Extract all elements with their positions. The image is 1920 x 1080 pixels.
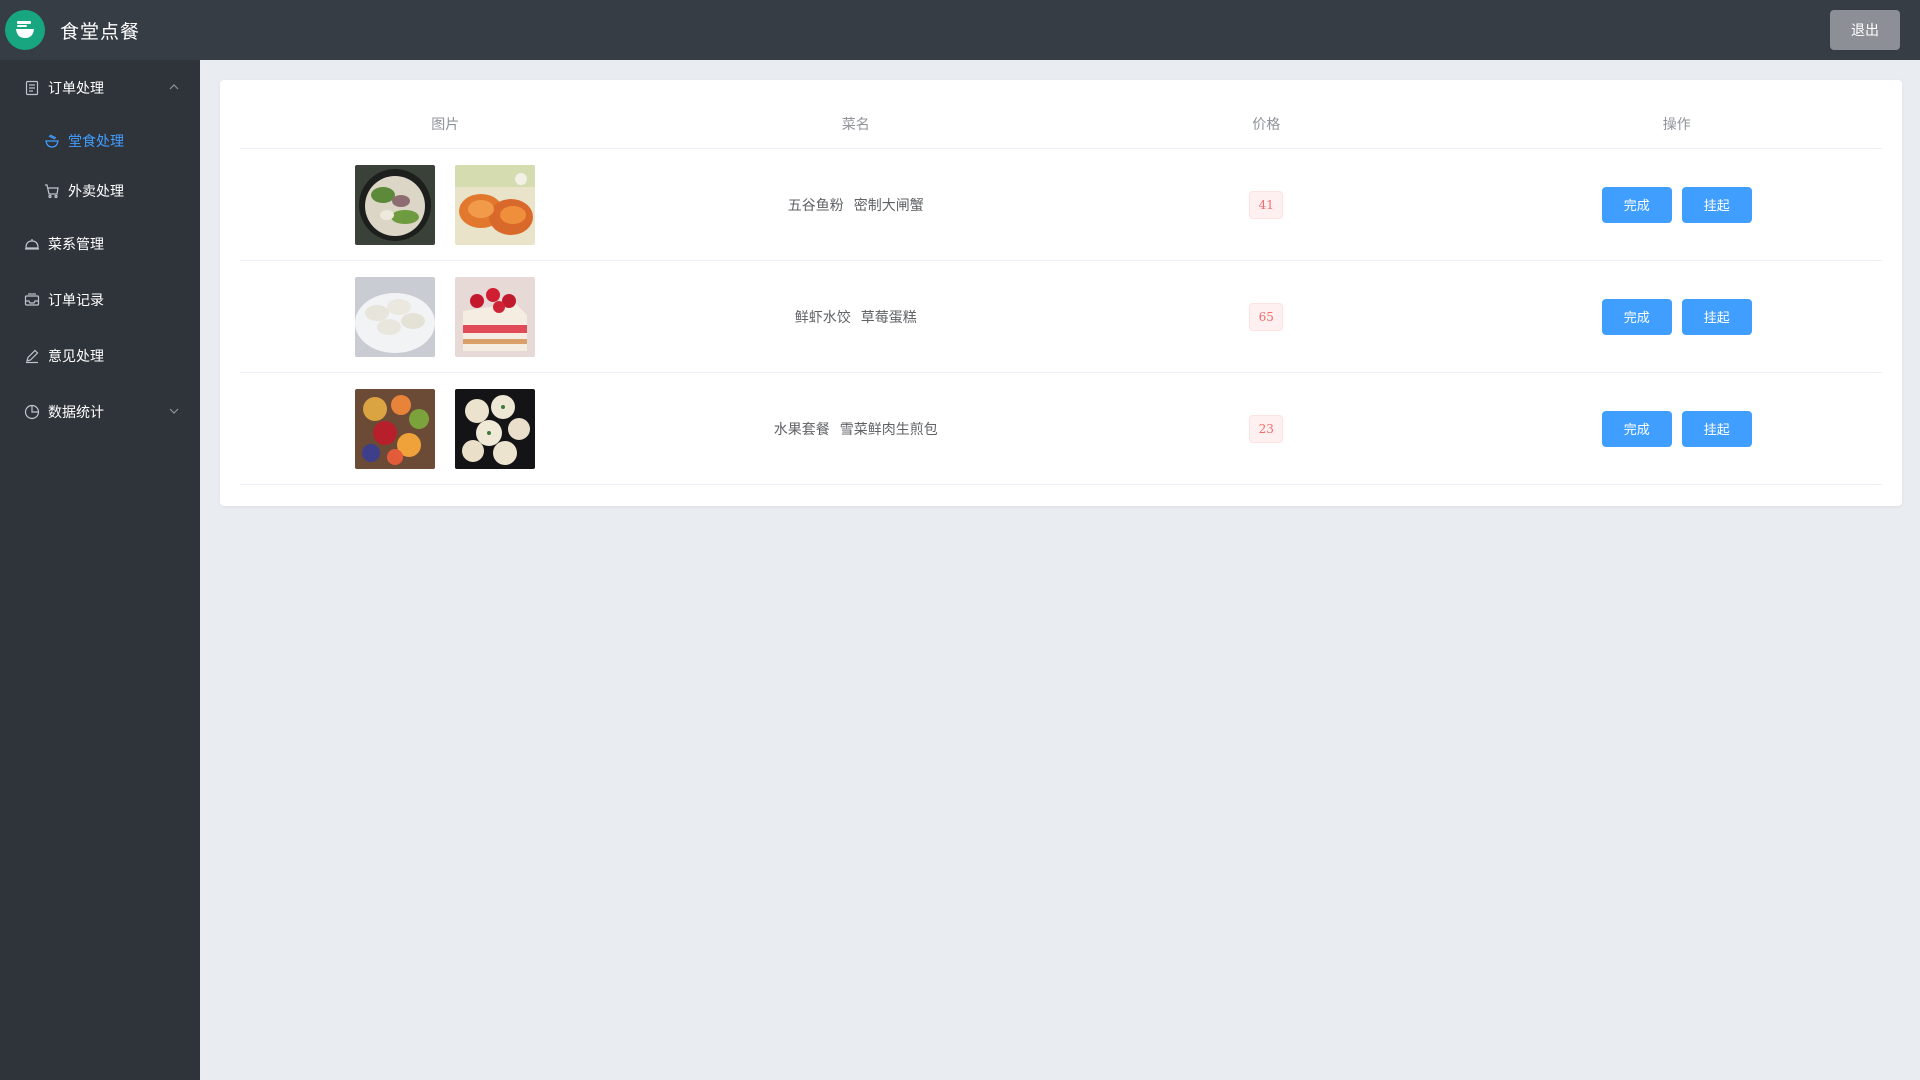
dish-name: 草莓蛋糕 xyxy=(860,309,917,326)
suspend-button[interactable]: 挂起 xyxy=(1681,298,1752,335)
dish-names-cell: 五谷鱼粉 密制大闸蟹 xyxy=(651,195,1062,215)
price-cell: 23 xyxy=(1061,414,1472,443)
inbox-icon xyxy=(24,292,40,308)
fish-noodle-photo xyxy=(355,164,436,245)
suspend-button[interactable]: 挂起 xyxy=(1681,410,1752,447)
dumpling-photo xyxy=(355,276,436,357)
suspend-button[interactable]: 挂起 xyxy=(1681,186,1752,223)
price-cell: 41 xyxy=(1061,190,1472,219)
strawberry-cake-photo xyxy=(455,276,536,357)
dish-name: 密制大闸蟹 xyxy=(853,197,924,214)
sidebar-item-order-records[interactable]: 订单记录 xyxy=(0,272,200,328)
bowl-icon xyxy=(44,133,60,149)
price-tag: 23 xyxy=(1249,414,1284,443)
top-header: 食堂点餐 退出 xyxy=(0,0,1920,60)
table-header: 图片 菜名 价格 操作 xyxy=(240,100,1882,149)
chevron-down-icon xyxy=(168,405,180,421)
document-icon xyxy=(24,80,40,96)
column-header-price: 价格 xyxy=(1252,117,1281,133)
sidebar-item-label: 菜系管理 xyxy=(48,237,104,253)
actions-cell: 完成 挂起 xyxy=(1472,186,1883,223)
price-tag: 41 xyxy=(1249,190,1284,219)
sidebar-item-feedback[interactable]: 意见处理 xyxy=(0,328,200,384)
dish-cover-icon xyxy=(24,236,40,252)
sidebar-item-label: 意见处理 xyxy=(48,349,104,365)
sidebar-subitem-label: 外卖处理 xyxy=(68,184,124,200)
complete-button[interactable]: 完成 xyxy=(1601,186,1672,223)
sidebar-subitem-dine-in[interactable]: 堂食处理 xyxy=(0,116,200,166)
bowl-icon xyxy=(5,10,45,50)
dish-name: 鲜虾水饺 xyxy=(794,309,851,326)
column-header-image: 图片 xyxy=(431,117,460,133)
logout-button[interactable]: 退出 xyxy=(1830,10,1900,50)
table-row: 五谷鱼粉 密制大闸蟹 41 完成 挂起 xyxy=(240,149,1882,261)
image-cell xyxy=(240,388,651,469)
dish-names-cell: 水果套餐 雪菜鲜肉生煎包 xyxy=(651,419,1062,439)
dish-name: 五谷鱼粉 xyxy=(787,197,844,214)
column-header-actions: 操作 xyxy=(1662,117,1691,133)
sidebar-subitem-takeout[interactable]: 外卖处理 xyxy=(0,166,200,216)
column-header-dish-name: 菜名 xyxy=(841,117,870,133)
image-cell xyxy=(240,164,651,245)
table-row: 水果套餐 雪菜鲜肉生煎包 23 完成 挂起 xyxy=(240,373,1882,485)
sidebar-item-label: 订单记录 xyxy=(48,293,104,309)
table-row: 鲜虾水饺 草莓蛋糕 65 完成 挂起 xyxy=(240,261,1882,373)
fruit-platter-photo xyxy=(355,388,436,469)
price-cell: 65 xyxy=(1061,302,1472,331)
sidebar-item-label: 数据统计 xyxy=(48,405,104,421)
orders-table: 图片 菜名 价格 操作 五谷鱼粉 密制大闸蟹 41 完成 挂起 鲜虾水饺 草莓蛋… xyxy=(240,100,1882,485)
edit-icon xyxy=(24,348,40,364)
cart-icon xyxy=(44,183,60,199)
sidebar-item-label: 订单处理 xyxy=(48,81,104,97)
dish-name: 水果套餐 xyxy=(773,421,830,438)
dish-names-cell: 鲜虾水饺 草莓蛋糕 xyxy=(651,307,1062,327)
sidebar-item-order-processing[interactable]: 订单处理 xyxy=(0,60,200,116)
sidebar: 订单处理 堂食处理 外卖处理 菜系管理 订单记录 意见处理 数据统计 xyxy=(0,60,200,1080)
sidebar-subitem-label: 堂食处理 xyxy=(68,134,124,150)
price-tag: 65 xyxy=(1249,302,1284,331)
actions-cell: 完成 挂起 xyxy=(1472,298,1883,335)
pie-chart-icon xyxy=(24,404,40,420)
sidebar-item-statistics[interactable]: 数据统计 xyxy=(0,384,200,440)
actions-cell: 完成 挂起 xyxy=(1472,410,1883,447)
app-title: 食堂点餐 xyxy=(60,20,141,43)
orders-panel: 图片 菜名 价格 操作 五谷鱼粉 密制大闸蟹 41 完成 挂起 鲜虾水饺 草莓蛋… xyxy=(220,80,1902,506)
complete-button[interactable]: 完成 xyxy=(1601,298,1672,335)
complete-button[interactable]: 完成 xyxy=(1601,410,1672,447)
dish-name: 雪菜鲜肉生煎包 xyxy=(839,421,938,438)
image-cell xyxy=(240,276,651,357)
chevron-up-icon xyxy=(168,81,180,97)
fried-bun-photo xyxy=(455,388,536,469)
sidebar-item-cuisine-management[interactable]: 菜系管理 xyxy=(0,216,200,272)
crab-photo xyxy=(455,164,536,245)
